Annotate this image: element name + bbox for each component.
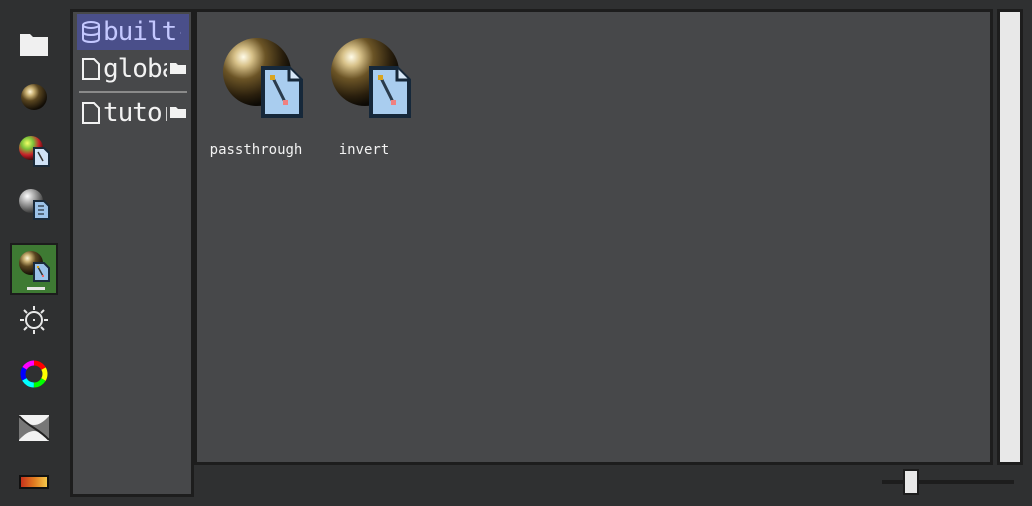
color-wheel-icon[interactable] bbox=[10, 350, 58, 398]
sidebar-item-global[interactable]: global bbox=[77, 51, 189, 87]
asset-grid: passthrough invert bbox=[194, 9, 993, 465]
folder-icon[interactable] bbox=[10, 20, 58, 68]
asset-name: passthrough bbox=[209, 142, 303, 158]
material-shader-icon[interactable] bbox=[10, 243, 58, 295]
curve-editor-icon[interactable] bbox=[10, 404, 58, 452]
library-sidebar: built-in global tutorial bbox=[70, 9, 194, 497]
sidebar-item-label: global bbox=[103, 54, 167, 84]
sidebar-item-label: tutorial bbox=[103, 98, 167, 128]
file-icon bbox=[81, 101, 101, 125]
folder-icon[interactable] bbox=[169, 60, 187, 79]
sun-light-icon[interactable] bbox=[10, 296, 58, 344]
database-icon bbox=[81, 21, 101, 43]
zoom-slider-track[interactable] bbox=[882, 480, 1014, 484]
zoom-slider-handle[interactable] bbox=[903, 469, 919, 495]
tool-palette bbox=[0, 0, 68, 504]
material-shader-icon bbox=[327, 34, 417, 128]
sidebar-item-label: built-in bbox=[103, 17, 181, 47]
asset-name: invert bbox=[338, 142, 390, 158]
color-material-shader-icon[interactable] bbox=[10, 127, 58, 175]
sidebar-item-tutorial[interactable]: tutorial bbox=[77, 95, 189, 131]
asset-item-passthrough[interactable]: passthrough bbox=[204, 24, 309, 158]
vertical-scrollbar[interactable] bbox=[997, 9, 1023, 465]
sidebar-divider bbox=[79, 91, 187, 93]
sidebar-item-built-in[interactable]: built-in bbox=[77, 14, 189, 50]
gradient-icon[interactable] bbox=[10, 458, 58, 506]
file-icon bbox=[81, 57, 101, 81]
folder-icon[interactable] bbox=[169, 104, 187, 123]
asset-item-invert[interactable]: invert bbox=[312, 24, 417, 158]
material-shader-icon bbox=[219, 34, 309, 128]
grey-material-shader-icon[interactable] bbox=[10, 180, 58, 228]
material-sphere-icon[interactable] bbox=[10, 73, 58, 121]
scrollbar-thumb[interactable] bbox=[1000, 12, 1020, 462]
